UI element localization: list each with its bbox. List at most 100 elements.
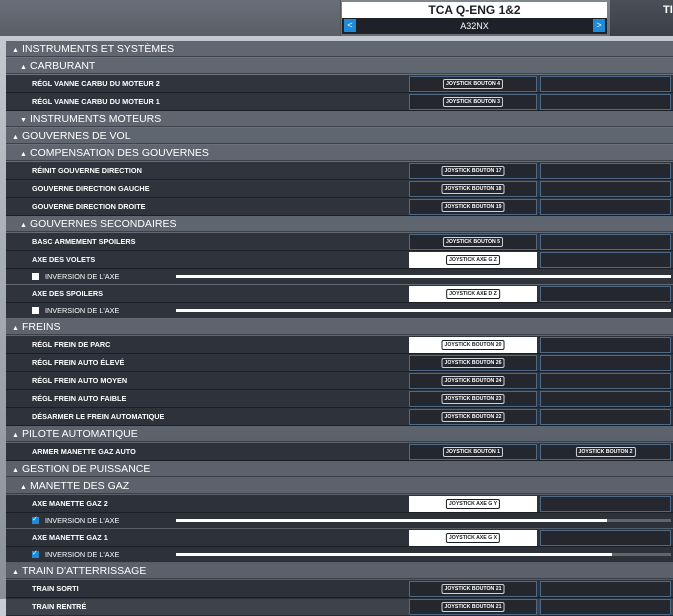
primary-binding-slot[interactable]: JOYSTICK AXE G X xyxy=(409,530,537,546)
secondary-binding-slot[interactable] xyxy=(540,76,671,92)
binding-key-label: JOYSTICK BOUTON 21 xyxy=(441,602,505,612)
section-header[interactable]: ▲ TRAIN D'ATTERRISSAGE xyxy=(6,563,673,579)
primary-binding-slot[interactable]: JOYSTICK AXE G Y xyxy=(409,496,537,512)
controls-list: ▲ INSTRUMENTS ET SYSTÈMES ▲ CARBURANT RÉGL V… xyxy=(6,41,673,616)
header-left-tab[interactable] xyxy=(0,0,341,36)
previous-profile-button[interactable]: < xyxy=(344,19,356,32)
section-label: COMPENSATION DES GOUVERNES xyxy=(30,147,209,159)
binding-key-label: JOYSTICK BOUTON 2 xyxy=(575,447,636,457)
secondary-binding-slot[interactable] xyxy=(540,163,671,179)
secondary-binding-slot[interactable] xyxy=(540,373,671,389)
binding-row[interactable]: RÉGL FREIN DE PARC JOYSTICK BOUTON 20 xyxy=(6,336,673,354)
primary-binding-slot[interactable]: JOYSTICK BOUTON 22 xyxy=(409,409,537,425)
invert-axis-label: INVERSION DE L'AXE xyxy=(45,516,120,525)
section-header[interactable]: ▲ COMPENSATION DES GOUVERNES xyxy=(6,145,673,161)
section-header[interactable]: ▲ INSTRUMENTS ET SYSTÈMES xyxy=(6,41,673,57)
binding-row[interactable]: DÉSARMER LE FREIN AUTOMATIQUE JOYSTICK BO… xyxy=(6,408,673,426)
axis-level-bar xyxy=(176,309,671,312)
binding-row[interactable]: AXE DES VOLETS JOYSTICK AXE G Z xyxy=(6,251,673,269)
chevron-right-icon: > xyxy=(596,20,602,30)
secondary-binding-slot[interactable] xyxy=(540,199,671,215)
binding-row[interactable]: ARMER MANETTE GAZ AUTO JOYSTICK BOUTON 1 J… xyxy=(6,443,673,461)
binding-key-label: JOYSTICK BOUTON 26 xyxy=(441,358,505,368)
header-right-tab[interactable]: TI xyxy=(610,0,673,36)
primary-binding-slot[interactable]: JOYSTICK BOUTON 18 xyxy=(409,181,537,197)
primary-binding-slot[interactable]: JOYSTICK BOUTON 5 xyxy=(409,234,537,250)
chevron-up-icon: ▲ xyxy=(20,151,27,158)
chevron-up-icon: ▲ xyxy=(12,47,19,54)
chevron-up-icon: ▲ xyxy=(20,222,27,229)
binding-row[interactable]: AXE MANETTE GAZ 1 JOYSTICK AXE G X xyxy=(6,529,673,547)
primary-binding-slot[interactable]: JOYSTICK BOUTON 21 xyxy=(409,599,537,615)
binding-row[interactable]: GOUVERNE DIRECTION DROITE JOYSTICK BOUTON… xyxy=(6,198,673,216)
primary-binding-slot[interactable]: JOYSTICK BOUTON 24 xyxy=(409,373,537,389)
binding-row[interactable]: RÉGL FREIN AUTO ÉLEVÉ JOYSTICK BOUTON 26 xyxy=(6,354,673,372)
secondary-binding-slot[interactable] xyxy=(540,234,671,250)
binding-row[interactable]: GOUVERNE DIRECTION GAUCHE JOYSTICK BOUTON… xyxy=(6,180,673,198)
binding-row[interactable]: RÉGL FREIN AUTO FAIBLE JOYSTICK BOUTON 23 xyxy=(6,390,673,408)
invert-axis-row: INVERSION DE L'AXE xyxy=(6,269,673,284)
primary-binding-slot[interactable]: JOYSTICK BOUTON 17 xyxy=(409,163,537,179)
secondary-binding-slot[interactable] xyxy=(540,337,671,353)
section-header[interactable]: ▲ FREINS xyxy=(6,319,673,335)
binding-key-label: JOYSTICK BOUTON 5 xyxy=(442,237,504,247)
secondary-binding-slot[interactable] xyxy=(540,581,671,597)
secondary-binding-slot[interactable] xyxy=(540,286,671,302)
binding-row[interactable]: RÉGL FREIN AUTO MOYEN JOYSTICK BOUTON 24 xyxy=(6,372,673,390)
secondary-binding-slot[interactable] xyxy=(540,599,671,615)
primary-binding-slot[interactable]: JOYSTICK BOUTON 26 xyxy=(409,355,537,371)
primary-binding-slot[interactable]: JOYSTICK BOUTON 21 xyxy=(409,581,537,597)
binding-key-label: JOYSTICK BOUTON 19 xyxy=(441,202,505,212)
binding-key-label: JOYSTICK BOUTON 1 xyxy=(442,447,504,457)
secondary-binding-slot[interactable] xyxy=(540,94,671,110)
invert-axis-row: INVERSION DE L'AXE xyxy=(6,303,673,318)
primary-binding-slot[interactable]: JOYSTICK BOUTON 23 xyxy=(409,391,537,407)
secondary-binding-slot[interactable]: JOYSTICK BOUTON 2 xyxy=(540,444,671,460)
section-label: TRAIN D'ATTERRISSAGE xyxy=(22,565,147,577)
primary-binding-slot[interactable]: JOYSTICK AXE D Z xyxy=(409,286,537,302)
header-bar: TCA Q-ENG 1&2 < A32NX > TI xyxy=(0,0,673,36)
primary-binding-slot[interactable]: JOYSTICK BOUTON 4 xyxy=(409,76,537,92)
secondary-binding-slot[interactable] xyxy=(540,496,671,512)
binding-row[interactable]: RÉINIT GOUVERNE DIRECTION JOYSTICK BOUTON… xyxy=(6,162,673,180)
device-selector[interactable]: TCA Q-ENG 1&2 < A32NX > xyxy=(342,2,607,34)
section-header[interactable]: ▲ PILOTE AUTOMATIQUE xyxy=(6,426,673,442)
binding-row[interactable]: RÉGL VANNE CARBU DU MOTEUR 2 JOYSTICK BOU… xyxy=(6,75,673,93)
invert-axis-checkbox[interactable] xyxy=(32,549,39,558)
action-label: AXE MANETTE GAZ 2 xyxy=(32,499,108,508)
secondary-binding-slot[interactable] xyxy=(540,355,671,371)
section-label: CARBURANT xyxy=(30,60,96,72)
action-label: GOUVERNE DIRECTION GAUCHE xyxy=(32,184,150,193)
secondary-binding-slot[interactable] xyxy=(540,252,671,268)
section-header[interactable]: ▼ INSTRUMENTS MOTEURS xyxy=(6,111,673,127)
primary-binding-slot[interactable]: JOYSTICK BOUTON 3 xyxy=(409,94,537,110)
secondary-binding-slot[interactable] xyxy=(540,181,671,197)
section-header[interactable]: ▲ MANETTE DES GAZ xyxy=(6,478,673,494)
section-header[interactable]: ▲ GOUVERNES DE VOL xyxy=(6,128,673,144)
primary-binding-slot[interactable]: JOYSTICK BOUTON 1 xyxy=(409,444,537,460)
binding-row[interactable]: BASC ARMEMENT SPOILERS JOYSTICK BOUTON 5 xyxy=(6,233,673,251)
axis-level-bar xyxy=(176,519,671,522)
next-profile-button[interactable]: > xyxy=(593,19,605,32)
action-label: RÉGL FREIN AUTO ÉLEVÉ xyxy=(32,358,125,367)
axis-level-bar xyxy=(176,275,671,278)
action-label: AXE DES VOLETS xyxy=(32,255,96,264)
primary-binding-slot[interactable]: JOYSTICK BOUTON 19 xyxy=(409,199,537,215)
primary-binding-slot[interactable]: JOYSTICK AXE G Z xyxy=(409,252,537,268)
section-header[interactable]: ▲ GESTION DE PUISSANCE xyxy=(6,461,673,477)
primary-binding-slot[interactable]: JOYSTICK BOUTON 20 xyxy=(409,337,537,353)
invert-axis-checkbox[interactable] xyxy=(32,515,39,524)
binding-row[interactable]: AXE DES SPOILERS JOYSTICK AXE D Z xyxy=(6,285,673,303)
secondary-binding-slot[interactable] xyxy=(540,409,671,425)
secondary-binding-slot[interactable] xyxy=(540,391,671,407)
section-header[interactable]: ▲ GOUVERNES SECONDAIRES xyxy=(6,216,673,232)
binding-row[interactable]: TRAIN RENTRÉ JOYSTICK BOUTON 21 xyxy=(6,598,673,616)
chevron-up-icon: ▲ xyxy=(12,467,19,474)
secondary-binding-slot[interactable] xyxy=(540,530,671,546)
binding-row[interactable]: RÉGL VANNE CARBU DU MOTEUR 1 JOYSTICK BOU… xyxy=(6,93,673,111)
binding-row[interactable]: TRAIN SORTI JOYSTICK BOUTON 21 xyxy=(6,580,673,598)
section-header[interactable]: ▲ CARBURANT xyxy=(6,58,673,74)
invert-axis-checkbox[interactable] xyxy=(32,307,39,314)
invert-axis-checkbox[interactable] xyxy=(32,273,39,280)
binding-row[interactable]: AXE MANETTE GAZ 2 JOYSTICK AXE G Y xyxy=(6,495,673,513)
